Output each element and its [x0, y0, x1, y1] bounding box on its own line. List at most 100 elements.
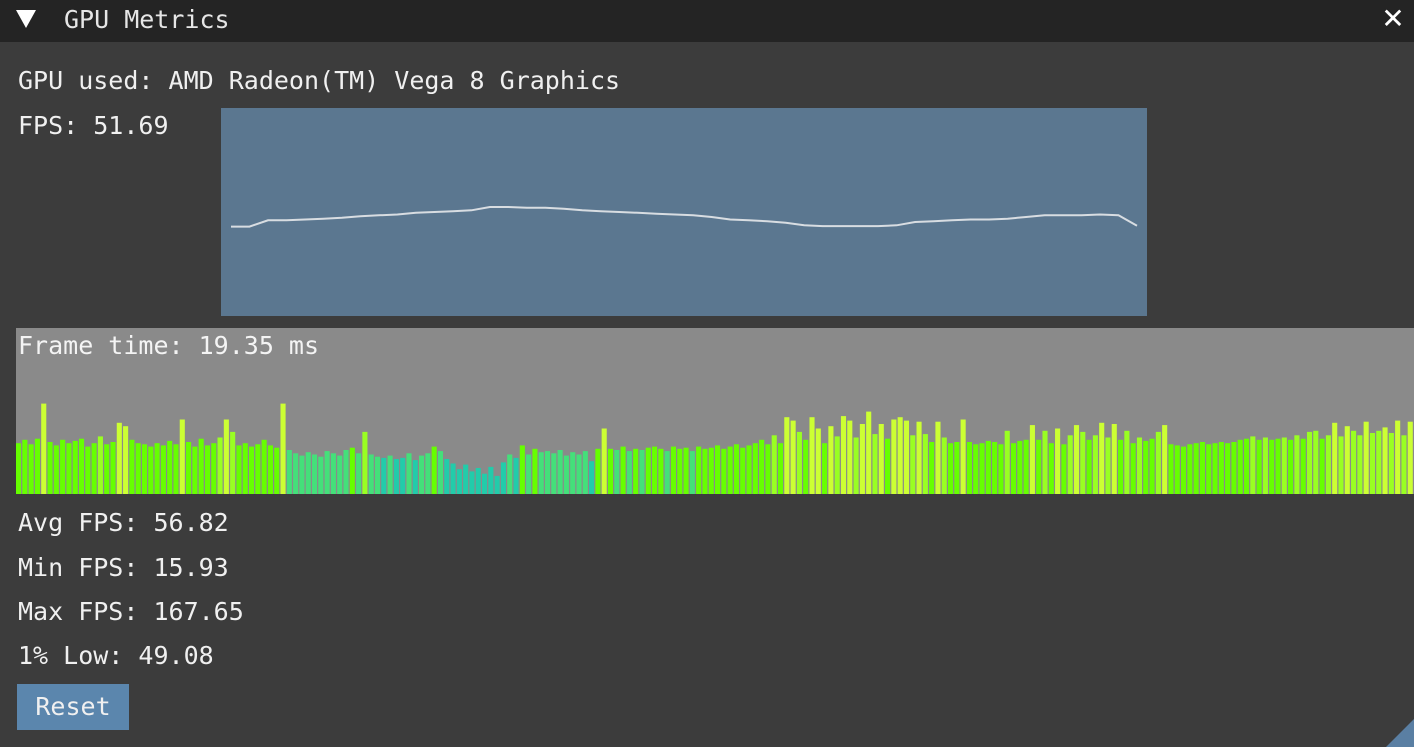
reset-button[interactable]: Reset	[17, 684, 129, 730]
close-icon[interactable]: ✕	[1380, 4, 1406, 34]
frame-time-bar	[217, 437, 223, 494]
frame-time-bar	[576, 454, 582, 494]
frame-time-bar	[715, 445, 721, 494]
frame-time-bar	[1332, 422, 1338, 494]
frame-time-bar	[1357, 435, 1363, 494]
frame-time-bar	[431, 446, 437, 494]
frame-time-bar	[765, 444, 771, 494]
frame-time-bar	[148, 446, 154, 494]
frame-time-bar	[1193, 443, 1199, 494]
triangle-down-icon[interactable]	[16, 10, 36, 28]
frame-time-bar	[790, 420, 796, 494]
frame-time-bar	[362, 431, 368, 494]
frame-time-bar	[223, 419, 229, 494]
frame-time-bar	[532, 448, 538, 494]
gpu-metrics-window: GPU Metrics ✕ GPU used: AMD Radeon(TM) V…	[0, 0, 1414, 747]
frame-time-bar	[324, 451, 330, 494]
frame-time-bar	[973, 444, 979, 494]
frame-time-bar	[872, 434, 878, 494]
frame-time-bar	[689, 451, 695, 494]
resize-grip[interactable]	[1386, 719, 1414, 747]
frame-time-bar	[1319, 438, 1325, 494]
frame-time-bar	[708, 447, 714, 494]
frame-time-bar	[1118, 439, 1124, 494]
frame-time-bar	[1010, 443, 1017, 494]
frame-time-bar	[897, 417, 903, 494]
frame-time-bar	[815, 428, 821, 494]
frame-time-bar	[752, 443, 758, 494]
frame-time-bar	[305, 452, 311, 494]
frame-time-bar	[796, 431, 802, 494]
frame-time-bar	[1206, 444, 1212, 494]
frame-time-bar	[267, 445, 273, 494]
frame-time-bar	[425, 453, 431, 494]
frame-time-bar	[419, 455, 425, 494]
frame-time-bar	[1099, 422, 1105, 494]
frame-time-bar	[1401, 435, 1407, 494]
frame-time-bar	[1155, 431, 1161, 494]
frame-time-bar	[777, 443, 784, 494]
frame-time-bar	[198, 438, 204, 494]
frame-time-bar	[1092, 435, 1098, 494]
frame-time-bar	[450, 463, 456, 494]
title-bar[interactable]: GPU Metrics ✕	[0, 0, 1414, 42]
frame-time-bar	[211, 443, 217, 494]
frame-time-bar	[463, 464, 469, 494]
frame-time-bar	[903, 420, 910, 494]
frame-time-bar	[500, 462, 506, 494]
frame-time-bar	[141, 444, 148, 494]
frame-time-bar	[1306, 431, 1313, 494]
frame-time-bar	[507, 454, 513, 494]
frame-time-bar	[840, 416, 847, 494]
frame-time-bar	[589, 461, 595, 494]
frame-time-bar	[582, 451, 588, 494]
frame-time-bar	[885, 438, 891, 494]
frame-time-bar	[1288, 439, 1294, 494]
frame-time-bar	[97, 436, 103, 494]
frame-time-bar	[1042, 430, 1048, 494]
gpu-used-text: GPU used: AMD Radeon(TM) Vega 8 Graphics	[18, 66, 621, 95]
frame-time-bar	[1395, 420, 1401, 494]
frame-time-bar	[104, 444, 110, 494]
frame-time-bar	[1061, 444, 1067, 494]
frame-time-bar	[41, 403, 47, 494]
fps-plot[interactable]	[221, 108, 1147, 316]
frame-time-bar	[1017, 440, 1023, 494]
frame-time-bar	[1004, 430, 1010, 494]
frame-time-bar	[834, 436, 840, 494]
frame-time-bar	[557, 450, 563, 494]
frame-time-bar	[639, 450, 645, 494]
frame-time-bar	[406, 453, 412, 494]
frame-time-bar	[173, 444, 179, 494]
frame-time-bar	[1187, 444, 1193, 494]
frame-time-bar	[614, 450, 620, 494]
frame-time-bar	[513, 457, 519, 494]
frame-time-bar	[1388, 433, 1394, 494]
frame-time-bar	[1300, 438, 1306, 494]
frame-time-bar	[412, 460, 418, 494]
frame-time-bar	[733, 444, 739, 494]
frame-time-bar	[204, 445, 211, 494]
one-percent-low-text: 1% Low: 49.08	[18, 641, 214, 670]
fps-series-line	[231, 206, 1138, 228]
frame-time-bar	[437, 451, 444, 494]
frame-time-bar	[721, 448, 727, 494]
frame-time-bar	[878, 424, 884, 494]
frame-time-bar	[853, 437, 859, 494]
frame-time-bar	[1080, 431, 1086, 494]
frame-time-bar	[866, 411, 872, 494]
frame-time-bar	[368, 454, 374, 494]
frame-time-bar	[979, 443, 985, 494]
frame-time-histogram[interactable]: Frame time: 19.35 ms	[16, 328, 1414, 494]
frame-time-bar	[771, 435, 777, 494]
frame-time-bar	[60, 439, 66, 494]
frame-time-bar	[488, 466, 494, 494]
frame-time-bar	[1086, 439, 1092, 494]
frame-time-bar	[941, 437, 947, 494]
avg-fps-text: Avg FPS: 56.82	[18, 508, 229, 537]
frame-time-bar	[960, 419, 966, 494]
frame-time-bar	[620, 446, 626, 494]
frame-time-bar	[1023, 439, 1029, 494]
frame-time-bar	[311, 454, 318, 494]
frame-time-bar	[192, 446, 198, 494]
